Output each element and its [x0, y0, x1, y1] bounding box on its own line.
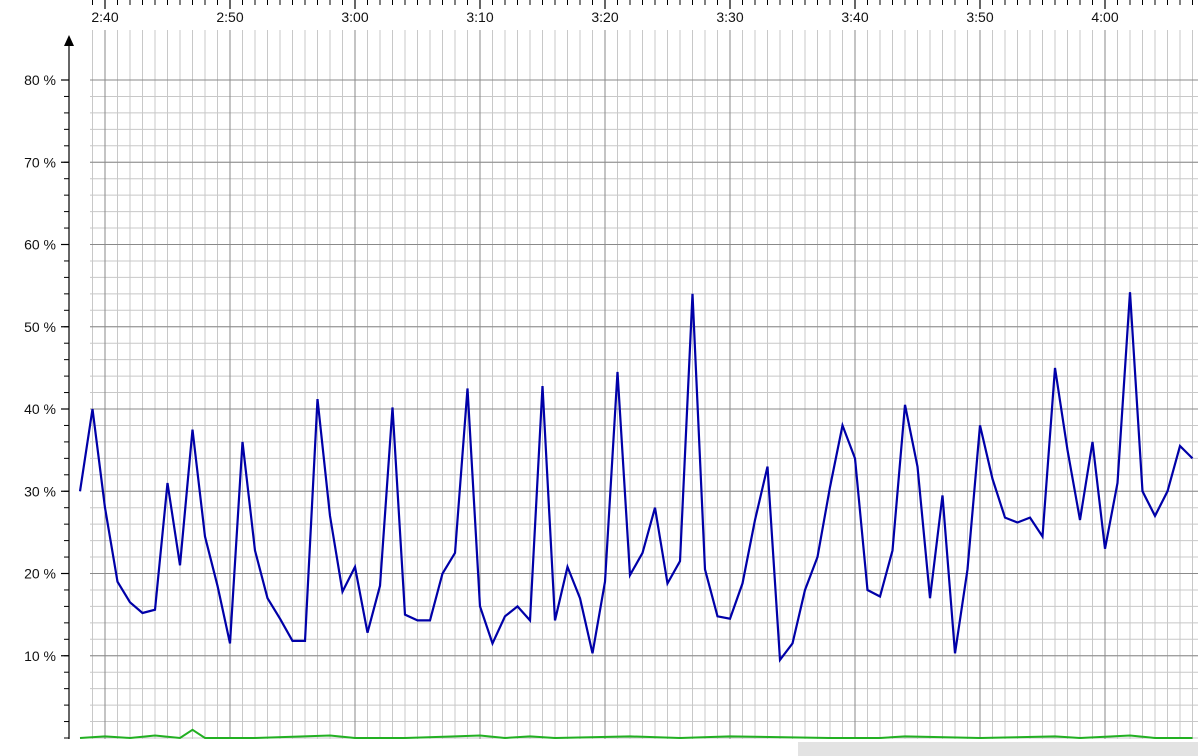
y-axis-arrow-icon [64, 35, 74, 46]
y-tick-label: 60 % [24, 237, 56, 253]
series-line-1 [79, 728, 1193, 740]
x-tick-label: 3:10 [466, 9, 493, 25]
y-tick-label: 10 % [24, 648, 56, 664]
y-tick-label: 30 % [24, 483, 56, 499]
x-tick-label: 3:20 [591, 9, 618, 25]
horizontal-scrollbar[interactable] [798, 742, 1198, 756]
x-tick-label: 2:40 [91, 9, 118, 25]
y-tick-label: 40 % [24, 401, 56, 417]
series-layer [78, 292, 1194, 740]
y-axis: 10 % 20 % 30 % 40 % 50 % 60 % 70 % 80 % [24, 35, 74, 739]
x-tick-label: 2:50 [216, 9, 243, 25]
y-tick-label: 20 % [24, 566, 56, 582]
x-tick-label: 4:00 [1091, 9, 1118, 25]
y-tick-label: 50 % [24, 319, 56, 335]
x-axis-ticks: 2:40 2:50 3:00 3:10 3:20 3:30 3:40 3:50 4:00 [91, 0, 1193, 25]
x-tick-label: 3:00 [341, 9, 368, 25]
major-grid [90, 30, 1198, 739]
y-tick-label: 70 % [24, 154, 56, 170]
x-tick-label: 3:50 [966, 9, 993, 25]
y-tick-label: 80 % [24, 72, 56, 88]
cpu-usage-chart: 10 % 20 % 30 % 40 % 50 % 60 % 70 % 80 % 2:40 2:5… [24, 0, 1198, 740]
minor-grid [90, 30, 1198, 739]
x-tick-label: 3:30 [716, 9, 743, 25]
series-line-0 [78, 292, 1194, 663]
x-tick-label: 3:40 [841, 9, 868, 25]
